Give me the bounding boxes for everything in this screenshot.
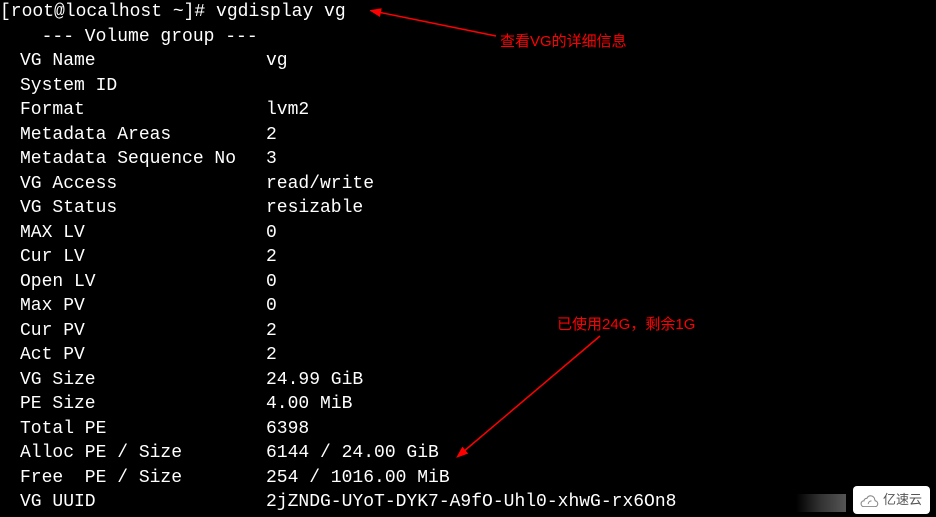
field-label: VG Access [20, 172, 266, 197]
field-row: MAX LV0 [0, 221, 936, 246]
field-label: Cur LV [20, 245, 266, 270]
field-row: VG Accessread/write [0, 172, 936, 197]
field-label: Act PV [20, 343, 266, 368]
annotation-text-2: 已使用24G，剩余1G [557, 313, 695, 338]
field-row: Free PE / Size254 / 1016.00 MiB [0, 466, 936, 491]
field-row: Metadata Areas2 [0, 123, 936, 148]
field-label: VG Size [20, 368, 266, 393]
field-value: read/write [266, 172, 374, 197]
field-label: VG Name [20, 49, 266, 74]
field-label: Max PV [20, 294, 266, 319]
field-row: Formatlvm2 [0, 98, 936, 123]
field-value: 2jZNDG-UYoT-DYK7-A9fO-Uhl0-xhwG-rx6On8 [266, 490, 676, 515]
field-value: 2 [266, 343, 277, 368]
field-label: Format [20, 98, 266, 123]
field-value: vg [266, 49, 288, 74]
field-value: 24.99 GiB [266, 368, 363, 393]
field-value: 254 / 1016.00 MiB [266, 466, 450, 491]
field-label: Metadata Areas [20, 123, 266, 148]
field-value: resizable [266, 196, 363, 221]
field-label: VG Status [20, 196, 266, 221]
field-value: 3 [266, 147, 277, 172]
field-value: 0 [266, 294, 277, 319]
annotation-text-1: 查看VG的详细信息 [500, 30, 627, 55]
field-label: VG UUID [20, 490, 266, 515]
field-label: Free PE / Size [20, 466, 266, 491]
field-row: Max PV0 [0, 294, 936, 319]
field-label: Total PE [20, 417, 266, 442]
field-row: Cur LV2 [0, 245, 936, 270]
field-value: 2 [266, 245, 277, 270]
watermark: 亿速云 [853, 486, 930, 515]
field-label: Cur PV [20, 319, 266, 344]
field-row: Open LV0 [0, 270, 936, 295]
field-label: MAX LV [20, 221, 266, 246]
field-row: VG Namevg [0, 49, 936, 74]
field-label: PE Size [20, 392, 266, 417]
field-value: 2 [266, 319, 277, 344]
field-label: Open LV [20, 270, 266, 295]
cloud-icon [859, 493, 879, 507]
uuid-obscured-area [796, 494, 846, 512]
arrow-annotation-1 [370, 6, 500, 42]
arrow-annotation-2 [455, 330, 615, 460]
field-value: lvm2 [266, 98, 309, 123]
field-label: Alloc PE / Size [20, 441, 266, 466]
field-value: 0 [266, 270, 277, 295]
field-value: 4.00 MiB [266, 392, 352, 417]
field-row: System ID [0, 74, 936, 99]
watermark-text: 亿速云 [883, 488, 922, 513]
field-value: 2 [266, 123, 277, 148]
field-value: 6144 / 24.00 GiB [266, 441, 439, 466]
field-label: Metadata Sequence No [20, 147, 266, 172]
field-value: 0 [266, 221, 277, 246]
field-row: Metadata Sequence No3 [0, 147, 936, 172]
field-value: 6398 [266, 417, 309, 442]
field-row: VG Statusresizable [0, 196, 936, 221]
field-label: System ID [20, 74, 266, 99]
